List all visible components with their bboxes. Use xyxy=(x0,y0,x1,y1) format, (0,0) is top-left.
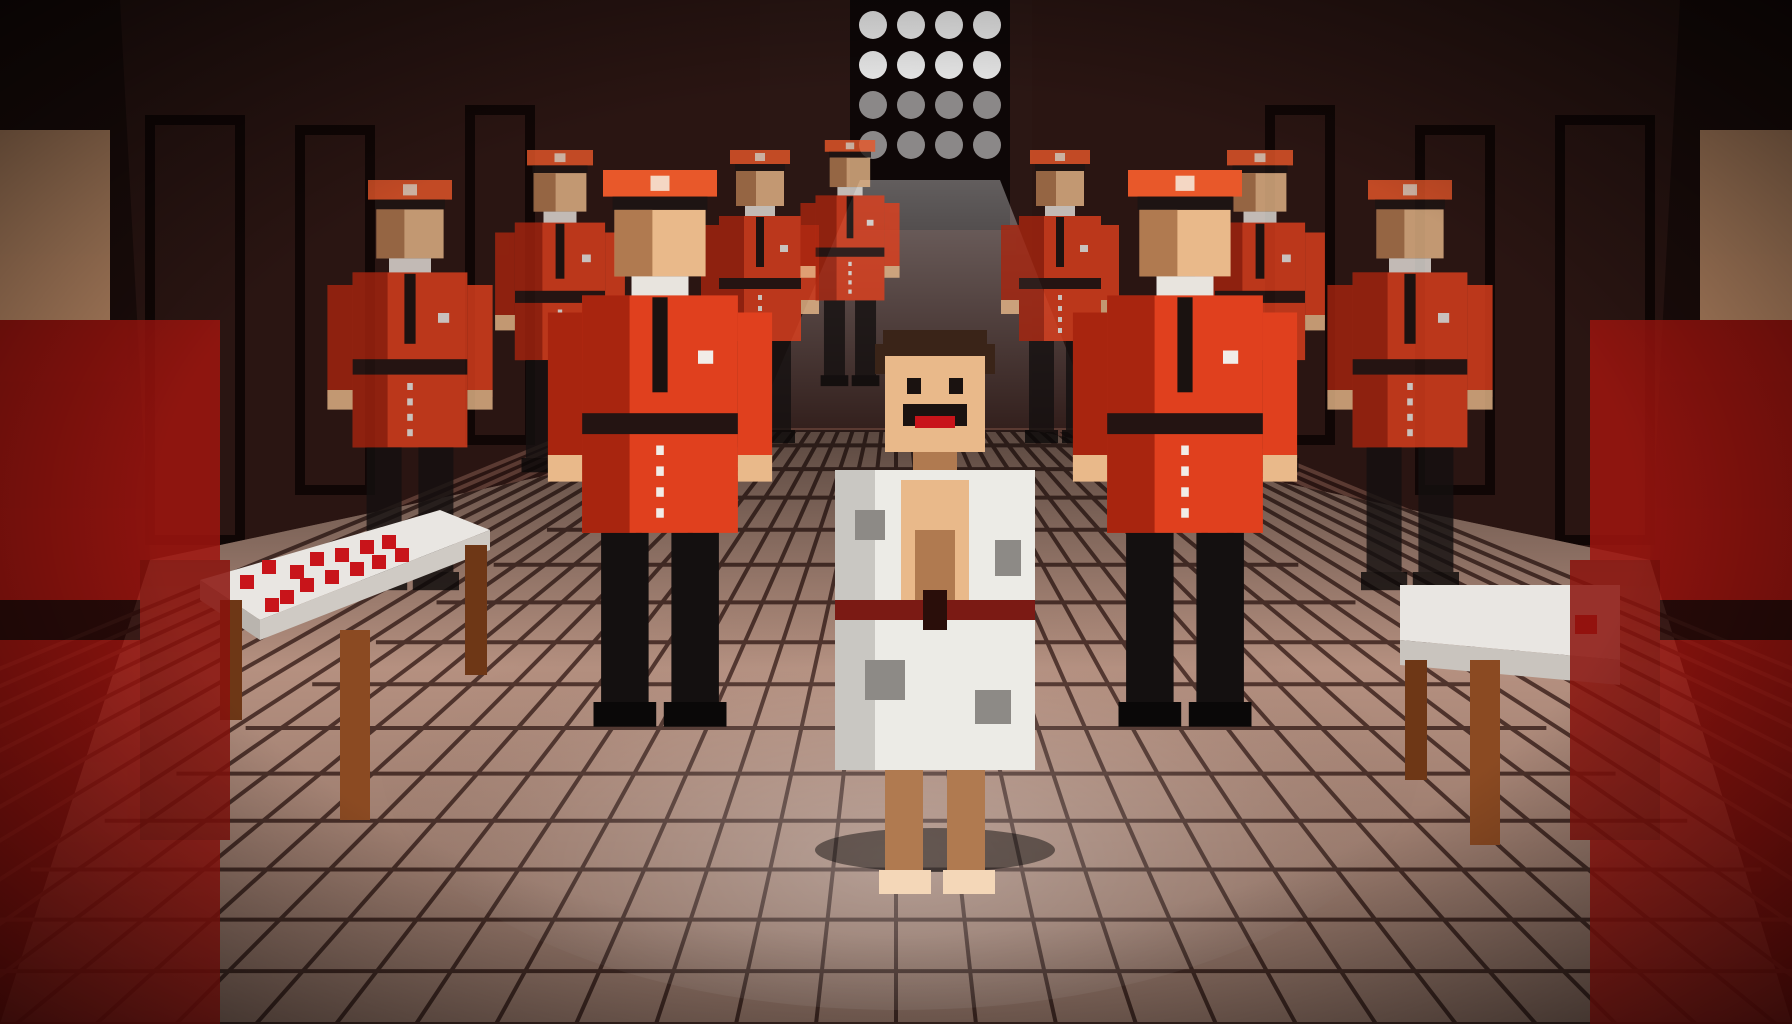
scene-illustration xyxy=(0,0,1792,1024)
voxel-scene xyxy=(0,0,1792,1024)
vignette xyxy=(0,0,1792,1024)
